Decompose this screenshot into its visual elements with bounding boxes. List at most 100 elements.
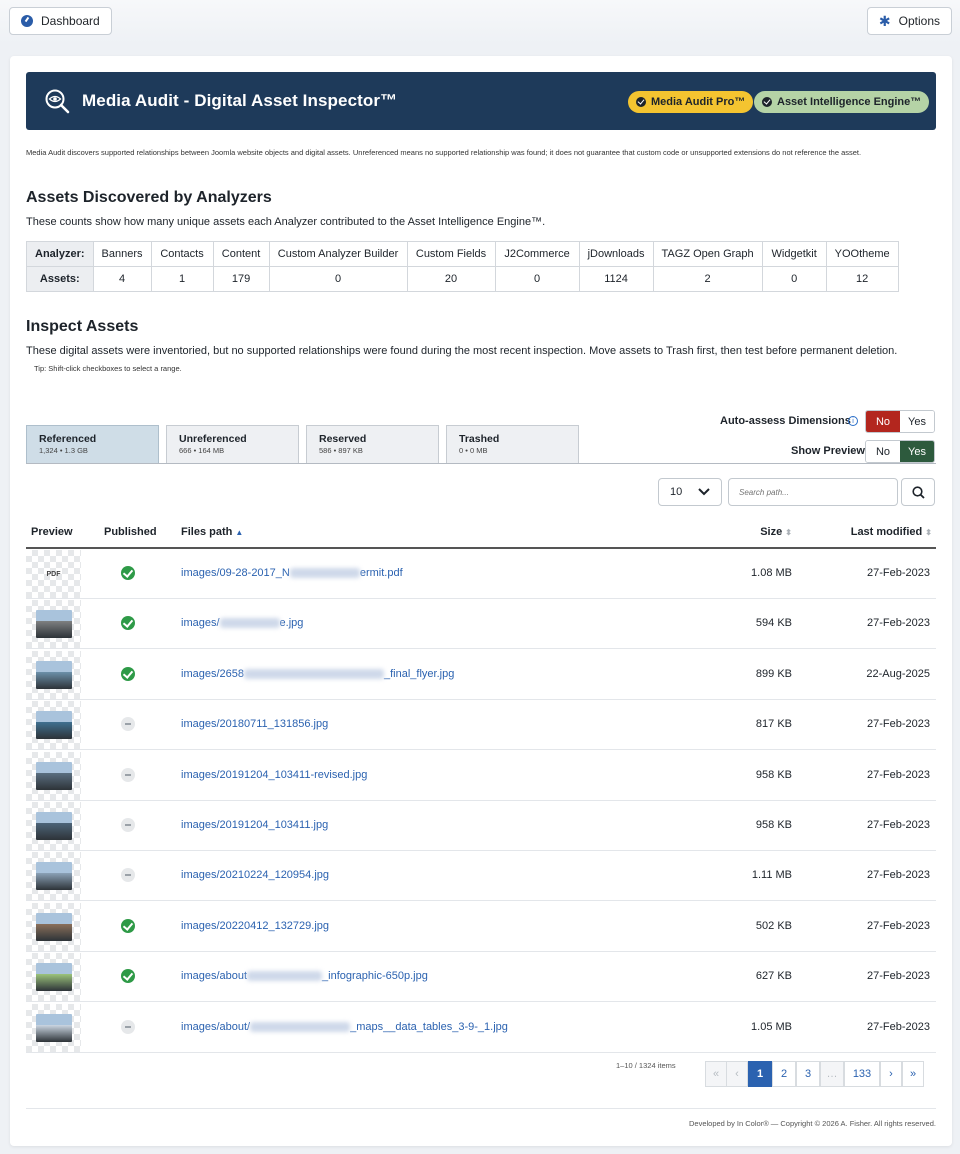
last-modified: 27-Feb-2023 <box>867 819 930 831</box>
file-size: 899 KB <box>755 667 792 680</box>
page-last-button[interactable]: » <box>902 1061 924 1087</box>
redacted-segment <box>247 971 323 982</box>
unpublished-dash-icon[interactable] <box>121 818 135 832</box>
tab-stats: 0 • 0 MB <box>459 446 488 455</box>
unpublished-dash-icon[interactable] <box>121 717 135 732</box>
redacted-segment <box>289 568 360 579</box>
published-check-icon[interactable] <box>121 969 135 984</box>
analyzer-count-cell: 4 <box>92 266 152 292</box>
page-first-button[interactable]: « <box>705 1061 727 1087</box>
page-prev-button[interactable]: ‹ <box>726 1061 748 1087</box>
file-path-link[interactable]: images/2658 _final_flyer.jpg <box>181 668 454 680</box>
file-path-link[interactable]: images/09-28-2017_N ermit.pdf <box>181 567 403 579</box>
table-row: PDF images/09-28-2017_N ermit.pdf 1.08 MB 27… <box>26 549 936 599</box>
page-next-button[interactable]: › <box>880 1061 902 1087</box>
table-row: images/20191204_103411-revised.jpg 958 KB… <box>26 751 936 801</box>
preview-thumbnail[interactable] <box>26 1003 81 1052</box>
pdf-icon: PDF <box>46 570 61 578</box>
dashboard-button[interactable]: Dashboard <box>9 7 112 35</box>
file-size: 958 KB <box>755 768 792 781</box>
preview-thumbnail[interactable] <box>26 953 81 1002</box>
search-button[interactable] <box>901 478 935 506</box>
footer-divider <box>26 1108 936 1109</box>
file-path-link[interactable]: images/20210224_120954.jpg <box>181 869 329 881</box>
assets-row-label: Assets: <box>26 266 94 292</box>
preview-thumbnail[interactable] <box>26 902 81 951</box>
hero-banner: Media Audit - Digital Asset Inspector™ M… <box>26 72 936 130</box>
analyzers-table: Analyzer: Banners Contacts Content Custom A… <box>26 241 899 292</box>
file-path-end: _infographic-650p.jpg <box>322 970 428 983</box>
analyzer-name-cell: Custom Analyzer Builder <box>268 241 408 267</box>
file-path-link[interactable]: images/20180711_131856.jpg <box>181 718 328 730</box>
inspect-heading: Inspect Assets <box>26 318 139 335</box>
header-modified[interactable]: Last modified ⬍ <box>851 526 932 538</box>
search-input[interactable] <box>728 478 898 506</box>
published-check-icon[interactable] <box>121 666 135 681</box>
info-icon[interactable]: i <box>848 416 858 426</box>
last-modified: 27-Feb-2023 <box>867 768 930 781</box>
tab-label: Reserved <box>319 433 367 445</box>
file-path-start: images/2658 <box>181 667 244 680</box>
preview-thumbnail[interactable]: PDF <box>26 550 81 598</box>
analyzer-count-cell: 1124 <box>578 266 654 292</box>
table-row: images/20220412_132729.jpg 502 KB 27-Feb-2… <box>26 902 936 952</box>
analyzer-name-cell: Widgetkit <box>761 241 827 267</box>
analyzer-count-cell: 0 <box>268 266 408 292</box>
sort-icon: ⬍ <box>925 528 932 537</box>
preview-thumbnail[interactable] <box>26 802 81 850</box>
file-path-end: _maps__data_tables_3-9-_1.jpg <box>350 1020 508 1033</box>
page-133-button[interactable]: 133 <box>844 1061 880 1087</box>
preview-thumbnail[interactable] <box>26 701 81 750</box>
preview-thumbnail[interactable] <box>26 852 81 901</box>
page-2-button[interactable]: 2 <box>772 1061 796 1087</box>
analyzer-names-row: Analyzer: Banners Contacts Content Custom A… <box>26 241 899 267</box>
redacted-segment <box>250 1021 351 1032</box>
table-row: images/20210224_120954.jpg 1.11 MB 27-Feb-… <box>26 851 936 902</box>
file-path-link[interactable]: images/20191204_103411.jpg <box>181 819 328 831</box>
file-path-link[interactable]: images/20191204_103411-revised.jpg <box>181 769 367 781</box>
tab-trashed[interactable]: Trashed 0 • 0 MB <box>446 425 579 464</box>
tab-divider <box>26 463 936 464</box>
show-preview-yes[interactable]: Yes <box>900 441 934 462</box>
preview-thumbnail[interactable] <box>26 650 81 699</box>
options-button[interactable]: ✱ Options <box>866 7 952 35</box>
options-label: Options <box>898 14 940 28</box>
unpublished-dash-icon[interactable] <box>121 767 135 782</box>
preview-thumbnail[interactable] <box>26 600 81 649</box>
per-page-select[interactable]: 10 <box>658 478 722 506</box>
published-check-icon[interactable] <box>121 566 135 580</box>
file-path-start: images/20180711_131856.jpg <box>181 718 329 731</box>
page-1-button[interactable]: 1 <box>748 1061 772 1087</box>
file-path-start: images/about/ <box>181 1020 251 1033</box>
tab-unreferenced[interactable]: Unreferenced 666 • 164 MB <box>166 425 299 464</box>
file-path-link[interactable]: images/e.jpg <box>181 617 303 629</box>
auto-assess-no[interactable]: No <box>866 411 900 432</box>
analyzer-counts-row: Assets: 4 1 179 0 20 0 1124 2 0 12 <box>26 266 899 292</box>
file-path-link[interactable]: images/about _infographic-650p.jpg <box>181 970 428 982</box>
header-path[interactable]: Files path ▲ <box>181 526 243 538</box>
tab-stats: 1,324 • 1.3 GB <box>39 446 88 455</box>
analyzer-name-cell: Contacts <box>150 241 214 267</box>
file-size: 594 KB <box>755 617 792 630</box>
published-check-icon[interactable] <box>121 616 135 631</box>
top-toolbar: Dashboard ✱ Options <box>0 0 960 44</box>
last-modified: 27-Feb-2023 <box>867 919 930 932</box>
tab-referenced[interactable]: Referenced 1,324 • 1.3 GB <box>26 425 159 464</box>
page-3-button[interactable]: 3 <box>796 1061 820 1087</box>
file-path-link[interactable]: images/about/ _maps__data_tables_3-9-_1.j… <box>181 1021 508 1033</box>
tab-reserved[interactable]: Reserved 586 • 897 KB <box>306 425 439 464</box>
file-path-start: images/about <box>181 970 248 983</box>
file-size: 1.08 MB <box>751 567 792 579</box>
unpublished-dash-icon[interactable] <box>121 1019 135 1034</box>
tab-label: Unreferenced <box>179 433 247 445</box>
tip-text: Tip: Shift-click checkboxes to select a … <box>34 364 182 373</box>
published-check-icon[interactable] <box>121 918 135 933</box>
auto-assess-yes[interactable]: Yes <box>900 411 934 432</box>
file-path-start: images/20210224_120954.jpg <box>181 869 330 882</box>
show-preview-no[interactable]: No <box>866 441 900 462</box>
header-size[interactable]: Size ⬍ <box>760 526 792 538</box>
show-preview-label: Show Preview <box>791 445 865 457</box>
unpublished-dash-icon[interactable] <box>121 868 135 883</box>
preview-thumbnail[interactable] <box>26 751 81 800</box>
file-path-link[interactable]: images/20220412_132729.jpg <box>181 920 329 932</box>
